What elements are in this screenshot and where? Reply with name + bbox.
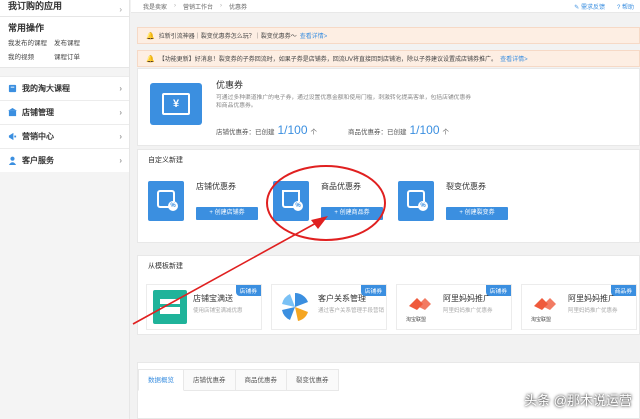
item-quota-value: 1/100 [409,123,440,137]
crm-pinwheel-icon [282,293,308,321]
shop-promotion-icon [153,290,187,324]
link-my-videos[interactable]: 我的视频 [8,51,54,61]
template-tag: 商品券 [610,285,636,296]
coupon-overview-panel: ¥ 优惠券 可通过多种渠道推广的电子券，通过设置优惠金额和使用门槛，刺激转化提高… [137,68,640,146]
notice-detail-link[interactable]: 查看详情> [300,31,328,40]
template-card[interactable]: 淘宝联盟 阿里妈妈推广 阿里妈妈推广优惠券 商品券 [521,284,637,330]
template-create-title: 从模板新建 [148,263,183,270]
chevron-right-icon: › [119,5,122,14]
template-create-panel: 从模板新建 店铺宝满送 使用店铺宝满减优惠 店铺券 客户关系管理 通过客户关系管… [137,255,640,335]
item-quota-unit: 个 [442,129,450,136]
template-desc: 使用店铺宝满减优惠 [193,308,243,314]
template-desc: 阿里妈妈推广优惠券 [568,308,618,314]
custom-create-title: 自定义新建 [148,157,183,164]
item-coupon-name: 商品优惠券 [321,182,361,191]
chevron-right-icon: › [119,155,122,165]
my-apps-header[interactable]: 我订购的应用 › [0,0,129,17]
taobao-union-caption: 淘宝联盟 [531,317,552,323]
shop-quota-label: 店铺优惠券：已创建 [216,129,275,136]
watermark: 头条 @那木说运营 [524,393,632,408]
sidebar-item-label: 客户服务 [22,155,54,165]
template-name: 阿里妈妈推广 [568,294,616,303]
tab-item-coupon[interactable]: 商品优惠券 [235,369,287,391]
shop-quota-unit: 个 [310,129,318,136]
fission-coupon-name: 裂变优惠券 [446,182,486,191]
template-desc: 通过客户关系管理手段营销 [318,308,385,314]
sidebar: 我订购的应用 › 常用操作 我发布的课程 发布课程 我的视频 课程订单 我的淘大… [0,0,130,419]
template-card[interactable]: 客户关系管理 通过客户关系管理手段营销 店铺券 [271,284,387,330]
sidebar-item-label: 我的淘大课程 [22,83,70,93]
custom-create-panel: 自定义新建 % 店铺优惠券 + 创建店铺券 % 商品优惠券 + 创建商品券 % … [137,149,640,243]
help-label: 帮助 [621,5,634,11]
sidebar-item-store[interactable]: 店铺管理 › [0,100,129,124]
template-desc: 阿里妈妈推广优惠券 [443,308,493,314]
book-icon [8,84,17,93]
help-link[interactable]: ? 帮助 [617,2,634,11]
taobao-union-caption: 淘宝联盟 [406,317,427,323]
template-card[interactable]: 店铺宝满送 使用店铺宝满减优惠 店铺券 [146,284,262,330]
notice-detail-link[interactable]: 查看详情> [500,54,528,63]
notice-banner-1: 🔔 拉新引流神器｜裂变优惠券怎么玩？｜裂变优惠券～ 查看详情> [137,27,640,44]
link-course-orders[interactable]: 课程订单 [54,51,100,61]
notice-text: 【功能更新】好消息！裂变券的子券回流时，如果子券是店铺券，回流UV将直接回到店铺… [158,57,498,63]
sidebar-item-label: 店铺管理 [22,107,54,117]
breadcrumb: 我是卖家 › 营销工作台 › 优惠券 ✎ 需求反馈 ? 帮助 [131,0,640,13]
breadcrumb-separator: › [220,3,223,9]
megaphone-icon: 🔔 [146,32,155,40]
chevron-right-icon: › [119,83,122,93]
coupon-icon: ¥ [150,83,202,125]
shop-coupon-icon: % [148,181,184,221]
sidebar-item-courses[interactable]: 我的淘大课程 › [0,76,129,100]
link-publish-course[interactable]: 发布课程 [54,37,100,47]
my-apps-title: 我订购的应用 [8,1,63,11]
template-tag: 店铺券 [485,285,511,296]
template-name: 阿里妈妈推广 [443,294,491,303]
shop-quota-value: 1/100 [277,123,308,137]
breadcrumb-seller[interactable]: 我是卖家 [143,2,167,11]
customer-icon [8,156,17,165]
tab-fission-coupon[interactable]: 裂变优惠券 [287,369,339,391]
notice-banner-2: 🔔 【功能更新】好消息！裂变券的子券回流时，如果子券是店铺券，回流UV将直接回到… [137,50,640,67]
fission-coupon-icon: % [398,181,434,221]
breadcrumb-coupon: 优惠券 [229,4,248,11]
sidebar-item-label: 营销中心 [22,131,54,141]
create-fission-coupon-button[interactable]: + 创建裂变券 [446,207,508,220]
sidebar-item-marketing[interactable]: 营销中心 › [0,124,129,148]
create-shop-coupon-button[interactable]: + 创建店铺券 [196,207,258,220]
breadcrumb-separator: › [174,3,177,9]
shop-coupon-card: % 店铺优惠券 + 创建店铺券 [148,177,264,227]
store-icon [8,108,17,117]
fission-coupon-card: % 裂变优惠券 + 创建裂变券 [398,177,514,227]
template-tag: 店铺券 [360,285,386,296]
megaphone-icon: 🔔 [146,55,155,63]
shop-coupon-name: 店铺优惠券 [196,182,236,191]
chevron-right-icon: › [119,131,122,141]
page-title: 优惠券 [216,80,244,90]
create-item-coupon-button[interactable]: + 创建商品券 [321,207,383,220]
coupon-description: 可通过多种渠道推广的电子券，通过设置优惠金额和使用门槛，刺激转化提高客单，包括店… [216,95,472,109]
common-actions-title: 常用操作 [8,23,45,33]
marketing-icon [8,132,17,141]
breadcrumb-marketing[interactable]: 营销工作台 [183,2,213,11]
sidebar-item-customer[interactable]: 客户服务 › [0,148,129,172]
template-tag: 店铺券 [235,285,261,296]
template-name: 店铺宝满送 [193,294,233,303]
template-card[interactable]: 淘宝联盟 阿里妈妈推广 阿里妈妈推广优惠券 店铺券 [396,284,512,330]
notice-text: 拉新引流神器｜裂变优惠券怎么玩？｜裂变优惠券～ [158,34,297,40]
link-my-courses[interactable]: 我发布的课程 [8,37,54,47]
item-coupon-icon: % [273,181,309,221]
chevron-right-icon: › [119,107,122,117]
item-coupon-quota: 商品优惠券：已创建 1/100 个 [348,123,449,137]
tab-shop-coupon[interactable]: 店铺优惠券 [184,369,236,391]
item-coupon-card: % 商品优惠券 + 创建商品券 [273,177,389,227]
item-quota-label: 商品优惠券：已创建 [348,129,407,136]
tab-data-overview[interactable]: 数据概览 [138,369,184,391]
template-name: 客户关系管理 [318,294,366,303]
feedback-label: 需求反馈 [580,5,605,11]
shop-coupon-quota: 店铺优惠券：已创建 1/100 个 [216,123,317,137]
common-actions: 常用操作 我发布的课程 发布课程 我的视频 课程订单 [0,17,129,68]
feedback-link[interactable]: ✎ 需求反馈 [574,2,605,11]
